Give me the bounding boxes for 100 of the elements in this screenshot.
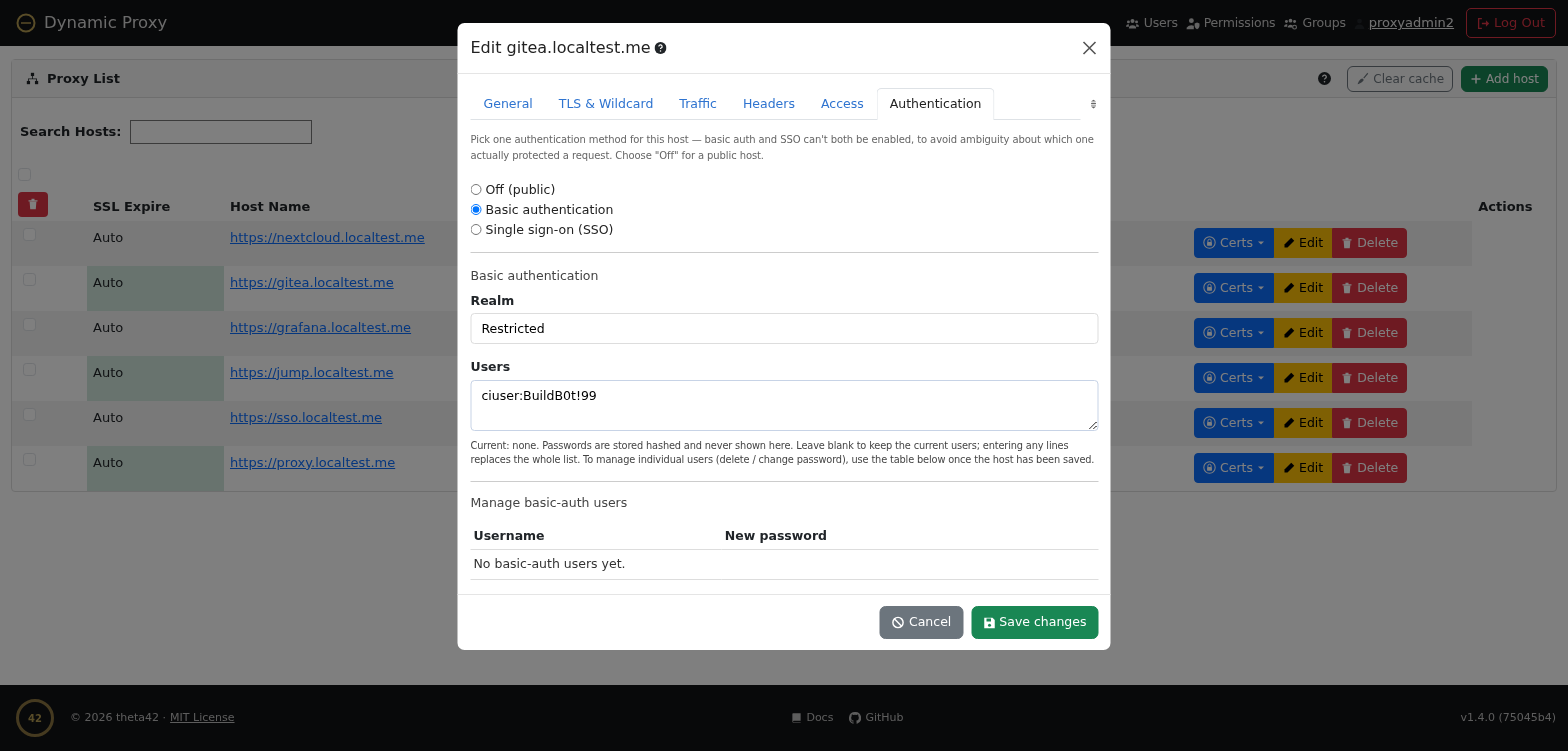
footer-link[interactable]: GitHub [849,709,904,727]
lock-badge-icon [1203,326,1216,340]
card-title: Proxy List [47,69,120,88]
edit-button[interactable]: Edit [1274,362,1333,394]
trash-icon [1341,326,1354,339]
delete-button[interactable]: Delete [1332,272,1408,304]
radio-button[interactable] [470,224,482,236]
pencil-icon [1283,236,1295,249]
delete-button[interactable]: Delete [1332,452,1408,484]
trash-icon [1341,236,1354,249]
trash-icon [1341,371,1354,384]
radio-label: Off (public) [485,180,556,199]
field-label: Realm [470,291,516,310]
ssl-expire-cell: Auto [93,454,124,470]
column-header: Host Name [230,199,311,214]
sitemap-icon [26,72,39,85]
pencil-icon [1283,326,1295,339]
close-button[interactable] [1080,39,1099,57]
host-link[interactable]: https://grafana.localtest.me [230,319,412,335]
tab[interactable]: Access [807,88,877,120]
logout-button[interactable]: Log Out [1466,8,1556,38]
plus-icon [1470,72,1483,85]
tab[interactable]: Headers [729,88,808,120]
delete-button[interactable]: Delete [1332,227,1408,259]
realm-field[interactable]: Restricted [470,313,1099,345]
ssl-expire-cell: Auto [93,229,124,245]
host-link[interactable]: https://sso.localtest.me [230,409,383,425]
section-title: Manage basic-auth users [470,493,629,512]
trash-icon [1341,416,1354,429]
delete-button[interactable]: Delete [1332,362,1408,394]
search-field[interactable] [129,120,312,144]
radio-button[interactable] [470,204,482,216]
nav-link[interactable]: Permissions [1185,13,1276,33]
host-link[interactable]: https://jump.localtest.me [230,364,394,380]
edit-button[interactable]: Edit [1274,452,1333,484]
trash-icon [1341,461,1354,474]
host-link[interactable]: https://gitea.localtest.me [230,274,394,290]
pencil-icon [1283,416,1295,429]
radio-label: Basic authentication [485,200,614,219]
footer-link[interactable]: Docs [791,709,834,727]
radio-label: Single sign-on (SSO) [485,220,614,239]
user-shield-icon [1185,16,1200,30]
save-button[interactable]: Save changes [971,606,1099,640]
ssl-expire-cell: Auto [93,409,124,425]
edit-button[interactable]: Edit [1274,227,1333,259]
certs-dropdown-button[interactable]: Certs [1194,407,1274,439]
github-icon [849,712,862,724]
nav-link[interactable]: Groups [1283,13,1346,33]
trash-icon [1341,281,1354,294]
cancel-button[interactable]: Cancel [879,606,964,640]
footer-logo: 42 [16,699,54,737]
clear-cache-button[interactable]: Clear cache [1347,65,1454,92]
certs-dropdown-button[interactable]: Certs [1194,317,1274,349]
tab[interactable]: General [470,88,546,120]
nav-link[interactable]: Users [1124,13,1178,33]
edit-button[interactable]: Edit [1274,272,1333,304]
edit-button[interactable]: Edit [1274,317,1333,349]
pencil-icon [1283,461,1295,474]
lock-badge-icon [1203,461,1216,475]
delete-button[interactable]: Delete [1332,317,1408,349]
brand-link[interactable]: Dynamic Proxy [44,10,168,36]
lock-badge-icon [1203,371,1216,385]
trash-icon [27,198,39,210]
column-header: New password [724,527,828,543]
lock-badge-icon [1203,416,1216,430]
ssl-expire-cell: Auto [93,364,124,380]
lock-badge-icon [1203,281,1216,295]
ban-icon [891,616,905,630]
tab[interactable]: Traffic [666,88,730,120]
help-icon [1318,72,1332,85]
pencil-icon [1283,281,1295,294]
field-label: Users [470,358,512,377]
host-link[interactable]: https://nextcloud.localtest.me [230,229,425,245]
help-icon [654,42,667,54]
broom-icon [1356,72,1370,85]
delete-button[interactable]: Delete [1332,407,1408,439]
certs-dropdown-button[interactable]: Certs [1194,272,1274,304]
tab[interactable]: Authentication [876,88,995,120]
users-textarea[interactable]: ciuser:BuildB0t!99 [470,380,1099,431]
certs-dropdown-button[interactable]: Certs [1194,362,1274,394]
host-link[interactable]: https://proxy.localtest.me [230,454,396,470]
lock-badge-icon [1203,236,1216,250]
empty-message: No basic-auth users yet. [473,556,626,572]
ssl-expire-cell: Auto [93,274,124,290]
certs-dropdown-button[interactable]: Certs [1194,227,1274,259]
radio-button[interactable] [470,184,482,196]
column-header: Actions [1478,199,1533,214]
help-text: Current: none. Passwords are stored hashed and never shown here. Leave blank to keep the current users; entering any lines replaces the whole list. To manage individual users (delete / change password), use the table below once the host has been saved. [470,438,1096,467]
add-host-button[interactable]: Add host [1461,65,1548,92]
delete-selected-button[interactable] [18,191,48,217]
users-icon [1124,16,1140,30]
license-link[interactable]: MIT License [170,709,235,727]
certs-dropdown-button[interactable]: Certs [1194,452,1274,484]
section-title: Basic authentication [470,266,600,285]
tab[interactable]: TLS & Wildcard [545,88,667,120]
book-icon [791,712,803,724]
username-link[interactable]: proxyadmin2 [1368,13,1455,33]
users-gear-icon [1283,16,1299,30]
edit-button[interactable]: Edit [1274,407,1333,439]
ssl-expire-cell: Auto [93,319,124,335]
